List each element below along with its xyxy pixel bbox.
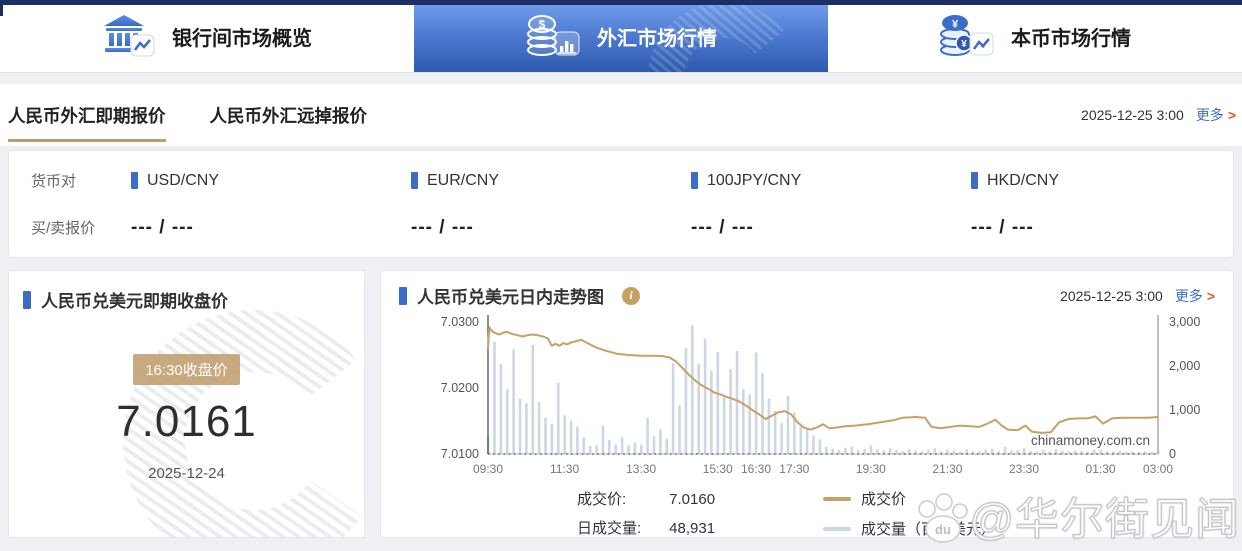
svg-text:1,000: 1,000	[1169, 403, 1200, 417]
svg-text:01:30: 01:30	[1086, 462, 1116, 476]
quotes-timestamp: 2025-12-25 3:00	[1081, 107, 1184, 123]
title-marker	[399, 287, 407, 305]
svg-text:7.0100: 7.0100	[441, 447, 479, 461]
svg-text:17:30: 17:30	[779, 462, 809, 476]
svg-text:0: 0	[1169, 447, 1176, 461]
svg-text:15:30: 15:30	[703, 462, 733, 476]
svg-text:03:00: 03:00	[1143, 462, 1173, 476]
pair-marker	[971, 172, 978, 189]
closing-time-badge: 16:30收盘价	[133, 354, 240, 385]
volume-stat-value: 48,931	[669, 520, 715, 537]
chart-footer: 成交价: 7.0160 日成交量: 48,931 成交价 成交量（百万美元）	[399, 484, 1215, 538]
tab-interbank-overview[interactable]: 银行间市场概览	[0, 0, 414, 72]
bid-ask-usd-cny: --- / ---	[131, 217, 411, 239]
pair-name: 100JPY/CNY	[707, 172, 801, 190]
tab-label-interbank: 银行间市场概览	[172, 22, 312, 51]
left-navy-notch	[0, 0, 3, 16]
tab-label-local-currency: 本币市场行情	[1011, 22, 1131, 51]
subnav: 人民币外汇即期报价 人民币外汇远掉报价 2025-12-25 3:00 更多 >	[0, 84, 1242, 146]
subtab-spot-quotes[interactable]: 人民币外汇即期报价	[8, 83, 166, 148]
svg-text:09:30: 09:30	[473, 462, 503, 476]
volume-stat-label: 日成交量:	[577, 517, 665, 538]
coins-yuan-chart-icon: ¥ ¥	[939, 13, 995, 59]
closing-price-card: 人民币兑美元即期收盘价 16:30收盘价 7.0161 2025-12-24	[8, 270, 365, 538]
tab-fx-market[interactable]: $ 外汇市场行情	[414, 0, 828, 72]
bid-ask-eur-cny: --- / ---	[411, 217, 691, 239]
chart-more-arrow-icon[interactable]: >	[1207, 288, 1215, 304]
chart-timestamp: 2025-12-25 3:00	[1060, 288, 1163, 304]
bid-ask-100jpy-cny: --- / ---	[691, 217, 971, 239]
intraday-chart-card: 人民币兑美元日内走势图 i 2025-12-25 3:00 更多 > 7.030…	[380, 270, 1234, 538]
quotes-more-link[interactable]: 更多	[1196, 105, 1224, 125]
price-legend-swatch	[823, 497, 851, 501]
price-stat-value: 7.0160	[669, 491, 715, 508]
chart-more-link[interactable]: 更多	[1175, 286, 1203, 306]
svg-text:23:30: 23:30	[1009, 462, 1039, 476]
pair-eur-cny[interactable]: EUR/CNY	[411, 172, 691, 190]
quotes-more-arrow-icon[interactable]: >	[1228, 107, 1236, 123]
volume-legend-label: 成交量（百万美元）	[861, 518, 996, 538]
title-marker	[23, 291, 31, 309]
svg-text:$: $	[539, 18, 546, 32]
svg-text:2,000: 2,000	[1169, 359, 1200, 373]
cards-row: 人民币兑美元即期收盘价 16:30收盘价 7.0161 2025-12-24 人…	[8, 270, 1234, 538]
price-legend-label: 成交价	[861, 488, 906, 509]
info-icon[interactable]: i	[622, 287, 640, 305]
bid-ask-hkd-cny: --- / ---	[971, 217, 1233, 239]
row-label-bid-ask: 买/卖报价	[31, 217, 131, 238]
bank-building-chart-icon	[102, 14, 156, 58]
coins-dollar-chart-icon: $	[525, 13, 581, 59]
tab-local-currency-market[interactable]: ¥ ¥ 本币市场行情	[828, 0, 1242, 72]
pair-marker	[411, 172, 418, 189]
chart-stats: 成交价: 7.0160 日成交量: 48,931	[577, 488, 715, 538]
svg-text:19:30: 19:30	[856, 462, 886, 476]
svg-text:21:30: 21:30	[932, 462, 962, 476]
svg-text:11:30: 11:30	[550, 462, 579, 476]
pair-name: USD/CNY	[147, 172, 219, 190]
svg-text:¥: ¥	[952, 19, 959, 31]
chart-card-title: 人民币兑美元日内走势图	[417, 283, 604, 308]
closing-card-title: 人民币兑美元即期收盘价	[41, 287, 228, 312]
pair-usd-cny[interactable]: USD/CNY	[131, 172, 411, 190]
pair-marker	[691, 172, 698, 189]
fx-spot-quote-table: 货币对 USD/CNY EUR/CNY 100JPY/CNY HKD/CNY 买…	[8, 150, 1234, 258]
pair-hkd-cny[interactable]: HKD/CNY	[971, 172, 1233, 190]
volume-legend-swatch	[823, 527, 851, 531]
row-label-pair: 货币对	[31, 170, 131, 191]
svg-text:3,000: 3,000	[1169, 315, 1200, 329]
pair-marker	[131, 172, 138, 189]
svg-text:7.0200: 7.0200	[441, 381, 479, 395]
subtab-forward-swap-quotes[interactable]: 人民币外汇远掉报价	[210, 83, 368, 148]
svg-text:16:30: 16:30	[741, 462, 771, 476]
tab-label-fx-market: 外汇市场行情	[597, 22, 717, 51]
chart-legend: 成交价 成交量（百万美元）	[823, 488, 996, 538]
svg-text:7.0300: 7.0300	[441, 315, 479, 329]
top-navy-strip	[0, 0, 1242, 5]
svg-text:chinamoney.com.cn: chinamoney.com.cn	[1031, 433, 1150, 448]
intraday-price-volume-chart[interactable]: 7.0300 7.0200 7.0100 3,000 2,000 1,000 0 09:30 1…	[399, 310, 1217, 482]
pair-name: HKD/CNY	[987, 172, 1059, 190]
closing-price-date: 2025-12-24	[23, 465, 350, 482]
svg-text:13:30: 13:30	[626, 462, 656, 476]
svg-text:¥: ¥	[961, 39, 967, 50]
main-nav: 银行间市场概览 $ 外汇市场行情	[0, 0, 1242, 73]
price-stat-label: 成交价:	[577, 488, 665, 509]
closing-price-value: 7.0161	[23, 397, 350, 447]
pair-100jpy-cny[interactable]: 100JPY/CNY	[691, 172, 971, 190]
pair-name: EUR/CNY	[427, 172, 499, 190]
